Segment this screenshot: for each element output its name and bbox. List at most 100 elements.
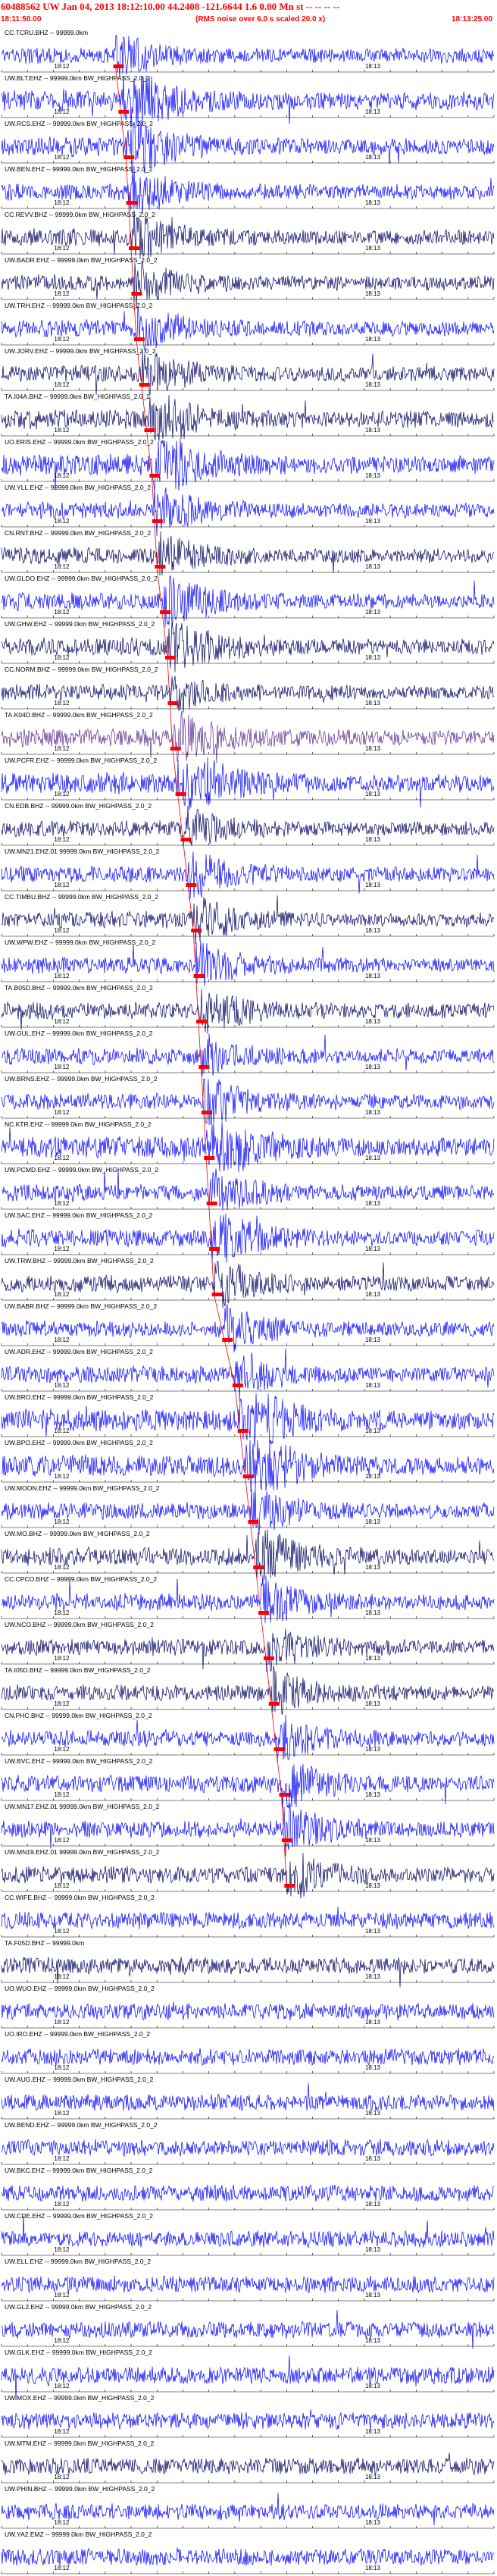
minute-marker: 18:12 — [54, 2383, 70, 2390]
trace-waveform — [1, 940, 495, 986]
phase-pick-marker — [191, 929, 202, 932]
minute-marker: 18:12 — [54, 609, 70, 616]
minute-marker: 18:12 — [54, 518, 70, 525]
phase-pick-marker — [198, 1065, 210, 1069]
phase-pick-marker — [201, 1111, 212, 1114]
station-label: TA.K04D.BHZ -- 99999.0km BW_HIGHPASS_2.0… — [5, 711, 153, 719]
phase-pick-marker — [186, 883, 197, 887]
phase-pick-marker — [160, 610, 171, 614]
minute-marker: 18:12 — [54, 927, 70, 934]
station-label: UO.IRO.EHZ -- 99999.0km BW_HIGHPASS_2.0_… — [5, 2030, 150, 2038]
minute-marker: 18:13 — [365, 1700, 381, 1707]
minute-marker: 18:12 — [54, 2474, 70, 2480]
trace-waveform — [1, 2452, 495, 2476]
station-label: UW.BEND.EHZ -- 99999.0km BW_HIGHPASS_2.0… — [5, 2121, 158, 2129]
trace-waveform — [1, 1213, 495, 1264]
minute-marker: 18:13 — [365, 1291, 381, 1298]
phase-pick-marker — [206, 1202, 217, 1205]
phase-pick-marker — [279, 1793, 290, 1797]
station-label: CC.TIMBU.BHZ -- 99999.0km BW_HIGHPASS_2.… — [5, 893, 158, 901]
station-label: UO.ERIS.EHZ -- 99999.0km BW_HIGHPASS_2.0… — [5, 438, 154, 446]
minute-marker: 18:13 — [365, 1155, 381, 1161]
start-time: 18:11:50.00 — [1, 15, 42, 24]
trace-waveform — [1, 2275, 495, 2294]
minute-marker: 18:13 — [365, 1746, 381, 1753]
minute-marker: 18:13 — [365, 472, 381, 479]
minute-marker: 18:12 — [54, 745, 70, 752]
minute-marker: 18:12 — [54, 336, 70, 343]
phase-pick-marker — [248, 1520, 259, 1524]
minute-marker: 18:13 — [365, 1064, 381, 1070]
phase-pick-marker — [175, 792, 186, 796]
station-label: UW.BRO.EHZ -- 99999.0km BW_HIGHPASS_2.0_… — [5, 1393, 154, 1401]
phase-pick-marker — [274, 1747, 285, 1751]
trace-waveform — [1, 1121, 495, 1173]
station-label: UW.BLT.EHZ -- 99999.0km BW_HIGHPASS_2.0_… — [5, 74, 150, 82]
trace-waveform — [1, 2001, 495, 2021]
minute-marker: 18:13 — [365, 1109, 381, 1116]
trace-waveform — [1, 2216, 495, 2249]
phase-pick-marker — [193, 974, 205, 978]
minute-marker: 18:13 — [365, 2519, 381, 2526]
minute-marker: 18:13 — [365, 336, 381, 343]
station-label: UW.YA2.EMZ -- 99999.0km BW_HIGHPASS_2.0_… — [5, 2531, 152, 2538]
minute-marker: 18:13 — [365, 1246, 381, 1252]
minute-marker: 18:12 — [54, 1200, 70, 1207]
minute-marker: 18:13 — [365, 1382, 381, 1389]
minute-marker: 18:12 — [54, 63, 70, 70]
station-label: UW.BKC.EHZ -- 99999.0km BW_HIGHPASS_2.0_… — [5, 2167, 153, 2174]
minute-marker: 18:13 — [365, 290, 381, 297]
minute-marker: 18:13 — [365, 2565, 381, 2571]
minute-marker: 18:12 — [54, 1246, 70, 1252]
station-label: UW.GHW.EHZ -- 99999.0km BW_HIGHPASS_2.0_… — [5, 620, 155, 628]
minute-marker: 18:12 — [54, 654, 70, 661]
seismogram-chart: 60488562 UW Jan 04, 2013 18:12:10.00 44.… — [1, 1, 495, 2574]
trace-area: CC.TCRU.BHZ -- 99999.0km 18:12 18:13 UW.BLT… — [1, 29, 495, 2574]
phase-pick-marker — [131, 292, 142, 296]
minute-marker: 18:13 — [365, 1427, 381, 1434]
minute-marker: 18:12 — [54, 2519, 70, 2526]
minute-marker: 18:12 — [54, 381, 70, 388]
trace-waveform — [1, 675, 495, 713]
trace-waveform — [1, 166, 495, 215]
station-label: CC.CPCO.BHZ -- 99999.0km BW_HIGHPASS_2.0… — [5, 1575, 157, 1583]
station-label: CC.NORM.BHZ -- 99999.0km BW_HIGHPASS_2.0… — [5, 666, 158, 673]
minute-marker: 18:12 — [54, 1518, 70, 1525]
event-title: 60488562 UW Jan 04, 2013 18:12:10.00 44.… — [1, 1, 339, 12]
phase-pick-marker — [258, 1611, 270, 1615]
minute-marker: 18:12 — [54, 1427, 70, 1434]
minute-marker: 18:12 — [54, 2155, 70, 2162]
minute-marker: 18:12 — [54, 791, 70, 798]
minute-marker: 18:13 — [365, 563, 381, 570]
minute-marker: 18:13 — [365, 1473, 381, 1480]
station-label: CC.WIFE.BHZ -- 99999.0km BW_HIGHPASS_2.0… — [5, 1894, 155, 1901]
minute-marker: 18:13 — [365, 1655, 381, 1662]
trace-waveform — [1, 806, 495, 848]
trace-waveform — [1, 34, 495, 77]
station-label: UW.PCMD.EHZ -- 99999.0km BW_HIGHPASS_2.0… — [5, 1166, 158, 1174]
minute-marker: 18:13 — [365, 1837, 381, 1844]
minute-marker: 18:13 — [365, 2110, 381, 2117]
station-label: UW.TRH.EHZ -- 99999.0km BW_HIGHPASS_2.0_… — [5, 302, 153, 309]
minute-marker: 18:12 — [54, 199, 70, 206]
phase-pick-marker — [126, 201, 137, 205]
minute-marker: 18:12 — [54, 472, 70, 479]
phase-pick-marker — [164, 656, 176, 660]
minute-marker: 18:12 — [54, 2110, 70, 2117]
phase-pick-marker — [170, 747, 181, 751]
station-label: UW.MOON.EHZ -- 99999.0km BW_HIGHPASS_2.0… — [5, 1484, 160, 1492]
station-label: UW.NCO.BHZ -- 99999.0km BW_HIGHPASS_2.0_… — [5, 1621, 154, 1628]
minute-marker: 18:12 — [54, 1473, 70, 1480]
minute-marker: 18:13 — [365, 2155, 381, 2162]
minute-marker: 18:12 — [54, 2428, 70, 2435]
minute-marker: 18:13 — [365, 1791, 381, 1798]
minute-marker: 18:12 — [54, 2337, 70, 2344]
minute-marker: 18:13 — [365, 199, 381, 206]
minute-marker: 18:12 — [54, 245, 70, 252]
minute-marker: 18:12 — [54, 1655, 70, 1662]
minute-marker: 18:12 — [54, 1564, 70, 1571]
minute-marker: 18:12 — [54, 2064, 70, 2071]
station-label: CN.PHC.BHZ -- 99999.0km BW_HIGHPASS_2.0_… — [5, 1712, 152, 1719]
trace-waveform — [1, 1033, 495, 1076]
minute-marker: 18:13 — [365, 1928, 381, 1935]
